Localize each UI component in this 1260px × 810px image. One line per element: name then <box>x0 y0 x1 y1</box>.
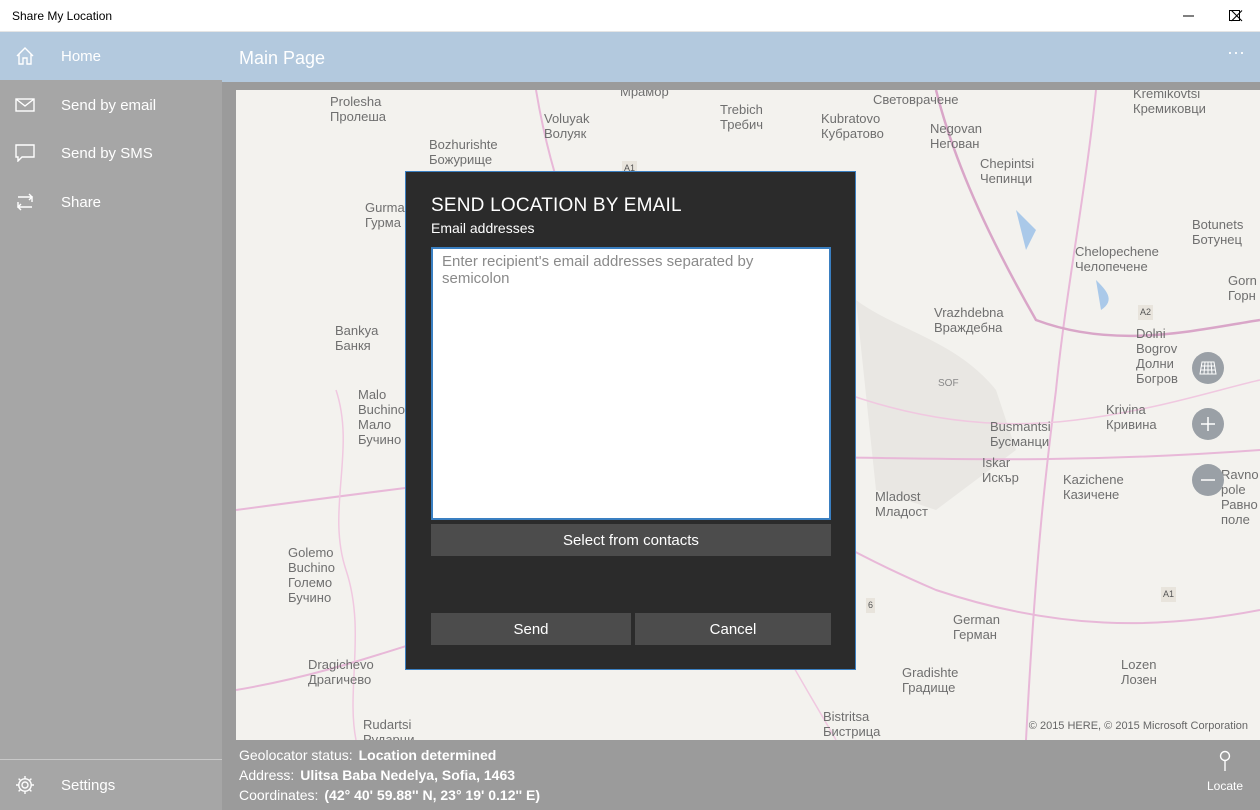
map-place-label: Prolesha Пролеша <box>330 94 386 124</box>
status-panel: Geolocator status: Location determined Ad… <box>222 740 1260 810</box>
page-title: Main Page <box>239 48 326 68</box>
map-place-label: Busmantsi Бусманци <box>990 419 1051 449</box>
map-place-label: Lozen Лозен <box>1121 657 1157 687</box>
nav-item-send-by-email[interactable]: Send by email <box>0 81 222 129</box>
map-place-label: Ravno pole Равно поле <box>1221 467 1259 527</box>
map-place-label: Trebich Требич <box>720 102 764 132</box>
address-value: Ulitsa Baba Nedelya, Sofia, 1463 <box>300 767 516 783</box>
nav-item-home[interactable]: Home <box>0 32 222 80</box>
more-options-button[interactable]: ··· <box>1222 42 1250 70</box>
send-button[interactable]: Send <box>431 613 631 645</box>
map-place-label: Bistritsa Бистрица <box>823 709 881 739</box>
road-label: A1 <box>1161 587 1177 602</box>
window-title: Share My Location <box>12 9 113 23</box>
email-addresses-input[interactable] <box>431 247 831 520</box>
airport-label: SOF <box>938 378 959 389</box>
nav-item-send-by-sms[interactable]: Send by SMS <box>0 129 222 177</box>
navigation-pane: Home Send by email Send by SMS Share Set… <box>0 32 222 810</box>
geolocator-status-label: Geolocator status: <box>239 747 353 763</box>
address-row: Address: Ulitsa Baba Nedelya, Sofia, 1463 <box>239 767 515 783</box>
map-pin-icon <box>1219 750 1231 771</box>
map-place-label: Kazichene Казичене <box>1063 472 1124 502</box>
map-place-label: Bankya Банкя <box>335 323 379 353</box>
road-label: A2 <box>1138 305 1154 320</box>
zoom-in-button[interactable] <box>1192 408 1224 440</box>
map-place-label: Kremikovtsi Кремиковци <box>1133 90 1206 116</box>
locate-button[interactable]: Locate <box>1190 750 1260 810</box>
close-icon <box>1231 10 1243 22</box>
mail-icon <box>0 81 50 129</box>
map-place-label: Chepintsi Чепинци <box>980 156 1035 186</box>
map-copyright: © 2015 HERE, © 2015 Microsoft Corporatio… <box>1028 720 1248 732</box>
locate-label: Locate <box>1206 779 1244 793</box>
select-from-contacts-button[interactable]: Select from contacts <box>431 524 831 556</box>
map-place-label: Negovan Негован <box>930 121 983 151</box>
send-email-dialog: SEND LOCATION BY EMAIL Email addresses S… <box>405 171 856 670</box>
chat-icon <box>0 129 50 177</box>
map-place-label: German Герман <box>953 612 1000 642</box>
coordinates-label: Coordinates: <box>239 787 319 803</box>
map-place-label: Dragichevo Драгичево <box>308 657 374 687</box>
nav-item-label: Send by SMS <box>61 144 153 162</box>
sidebar-divider <box>0 759 222 760</box>
title-bar: Share My Location <box>0 0 1260 32</box>
nav-item-label: Settings <box>61 776 116 794</box>
map-place-label: Мрамор <box>620 90 669 99</box>
close-button[interactable] <box>1214 0 1260 32</box>
map-style-button[interactable] <box>1192 352 1224 384</box>
map-place-label: Kubratovo Кубратово <box>821 111 884 141</box>
home-icon <box>0 32 50 80</box>
nav-item-share[interactable]: Share <box>0 178 222 226</box>
nav-item-label: Send by email <box>61 96 157 114</box>
map-place-label: Mladost Младост <box>875 489 928 519</box>
nav-item-settings[interactable]: Settings <box>0 761 222 809</box>
email-addresses-label: Email addresses <box>431 220 535 236</box>
map-place-label: Gurma Гурма <box>365 200 405 230</box>
nav-item-label: Share <box>61 193 102 211</box>
map-place-label: Malo Buchino Мало Бучино <box>358 387 405 447</box>
zoom-out-button[interactable] <box>1192 464 1224 496</box>
dialog-title: SEND LOCATION BY EMAIL <box>431 195 682 216</box>
zoom-in-icon <box>1201 417 1215 431</box>
address-label: Address: <box>239 767 295 783</box>
map-place-label: Iskar Искър <box>982 455 1019 485</box>
coordinates-row: Coordinates: (42° 40' 59.88'' N, 23° 19' … <box>239 787 540 803</box>
map-place-label: Botunets Ботунец <box>1192 217 1244 247</box>
map-place-label: Bozhurishte Божурище <box>429 137 498 167</box>
geolocator-status: Geolocator status: Location determined <box>239 747 496 763</box>
zoom-out-icon <box>1201 479 1215 481</box>
map-place-label: Gorn Горн <box>1228 273 1257 303</box>
map-place-label: Golemo Buchino Големо Бучино <box>288 545 335 605</box>
map-place-label: Voluyak Волуяк <box>544 111 590 141</box>
map-place-label: Gradishte Градище <box>902 665 959 695</box>
map-place-label: Chelopechene Челопечене <box>1075 244 1159 274</box>
map-place-label: Vrazhdebna Враждебна <box>934 305 1004 335</box>
geolocator-status-value: Location determined <box>358 747 497 763</box>
map-place-label: Световрачене <box>873 92 959 107</box>
page-header: Main Page ··· <box>222 32 1260 82</box>
nav-item-label: Home <box>61 47 102 65</box>
share-icon <box>0 178 50 226</box>
cancel-button[interactable]: Cancel <box>635 613 831 645</box>
gear-icon <box>0 761 50 809</box>
map-place-label: Rudartsi Рударци <box>363 717 415 740</box>
minimize-hitbox <box>1166 0 1212 32</box>
map-place-label: Dolni Bogrov Долни Богров <box>1136 326 1178 386</box>
map-style-icon <box>1199 361 1217 375</box>
road-label: 6 <box>866 598 876 613</box>
coordinates-value: (42° 40' 59.88'' N, 23° 19' 0.12'' E) <box>324 787 541 803</box>
map-place-label: Krivina Кривина <box>1106 402 1157 432</box>
